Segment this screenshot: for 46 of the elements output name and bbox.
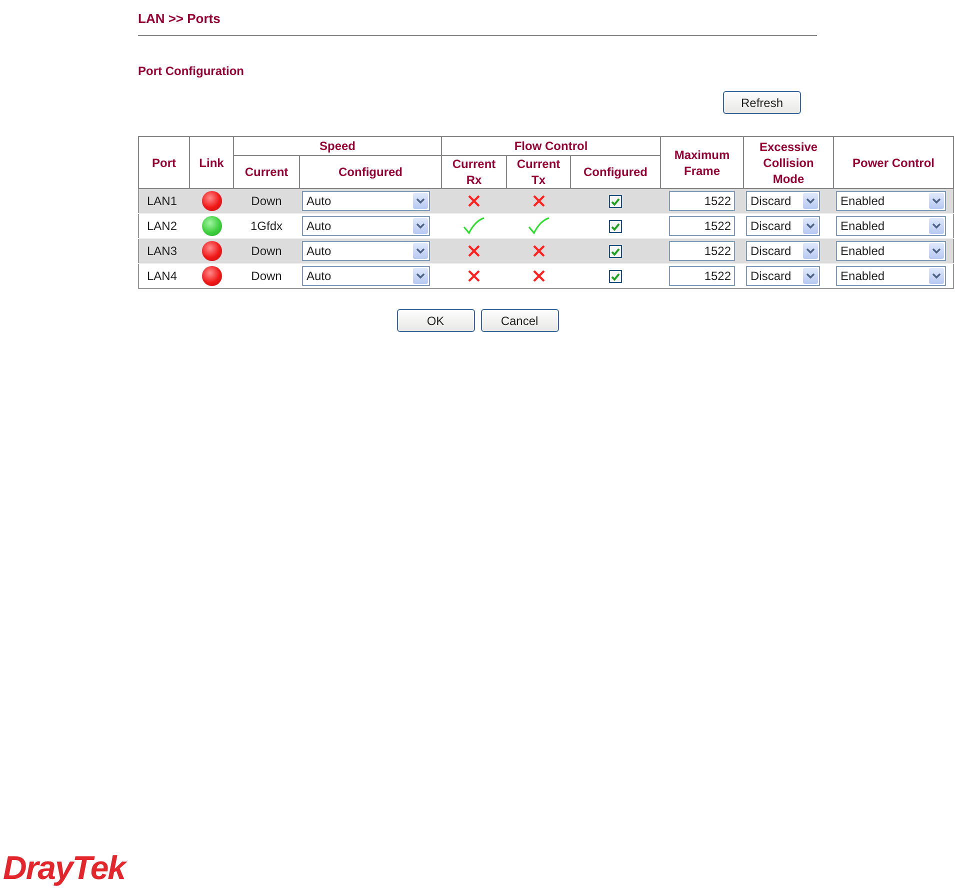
dropdown-select[interactable]: Auto <box>302 241 430 261</box>
speed-status: Down <box>251 269 282 283</box>
dropdown-select[interactable]: Enabled <box>836 266 946 286</box>
column-header: Power Control <box>852 154 935 170</box>
dropdown-select[interactable]: Auto <box>302 216 430 236</box>
input-field[interactable]: 1522 <box>669 241 736 261</box>
checkbox[interactable] <box>609 245 622 258</box>
column-header: Port <box>152 154 176 170</box>
dropdown-select[interactable]: Discard <box>746 266 820 286</box>
cancel-button[interactable]: Cancel <box>480 309 558 332</box>
column-header: Configured <box>584 164 648 180</box>
dropdown-select[interactable]: Auto <box>302 266 430 286</box>
dropdown-select[interactable]: Discard <box>746 191 820 211</box>
input-field[interactable]: 1522 <box>669 216 736 236</box>
port-name: LAN4 <box>147 269 178 283</box>
checkbox[interactable] <box>609 220 622 234</box>
input-field[interactable]: 1522 <box>669 191 736 211</box>
column-header: Configured <box>338 164 402 180</box>
column-header: Link <box>199 154 224 170</box>
column-header: Current Rx <box>451 156 497 188</box>
breadcrumb: LAN >> Ports <box>138 11 220 26</box>
port-name: LAN1 <box>147 194 178 208</box>
dropdown-select[interactable]: Enabled <box>836 191 946 211</box>
section-title: Port Configuration <box>138 64 244 78</box>
input-field[interactable]: 1522 <box>669 266 736 286</box>
refresh-button[interactable]: Refresh <box>723 91 801 114</box>
dropdown-select[interactable]: Auto <box>302 191 430 211</box>
port-name: LAN2 <box>147 219 178 233</box>
checkbox[interactable] <box>609 270 622 284</box>
column-header: Maximum Frame <box>673 146 731 178</box>
checkbox[interactable] <box>609 195 622 208</box>
column-header: Excessive Collision Mode <box>758 138 819 186</box>
column-header: Current Tx <box>516 156 562 188</box>
dropdown-select[interactable]: Enabled <box>836 241 946 261</box>
column-header: Speed <box>320 138 356 154</box>
speed-status: Down <box>251 194 282 208</box>
speed-status: 1Gfdx <box>250 219 282 233</box>
dropdown-select[interactable]: Discard <box>746 241 820 261</box>
logo: DrayTek <box>3 849 126 887</box>
dropdown-select[interactable]: Enabled <box>836 216 946 236</box>
column-header: Current <box>244 164 288 180</box>
speed-status: Down <box>251 244 282 258</box>
column-header: Flow Control <box>514 138 588 154</box>
port-name: LAN3 <box>147 244 178 258</box>
ok-button[interactable]: OK <box>396 309 474 332</box>
dropdown-select[interactable]: Discard <box>746 216 820 236</box>
